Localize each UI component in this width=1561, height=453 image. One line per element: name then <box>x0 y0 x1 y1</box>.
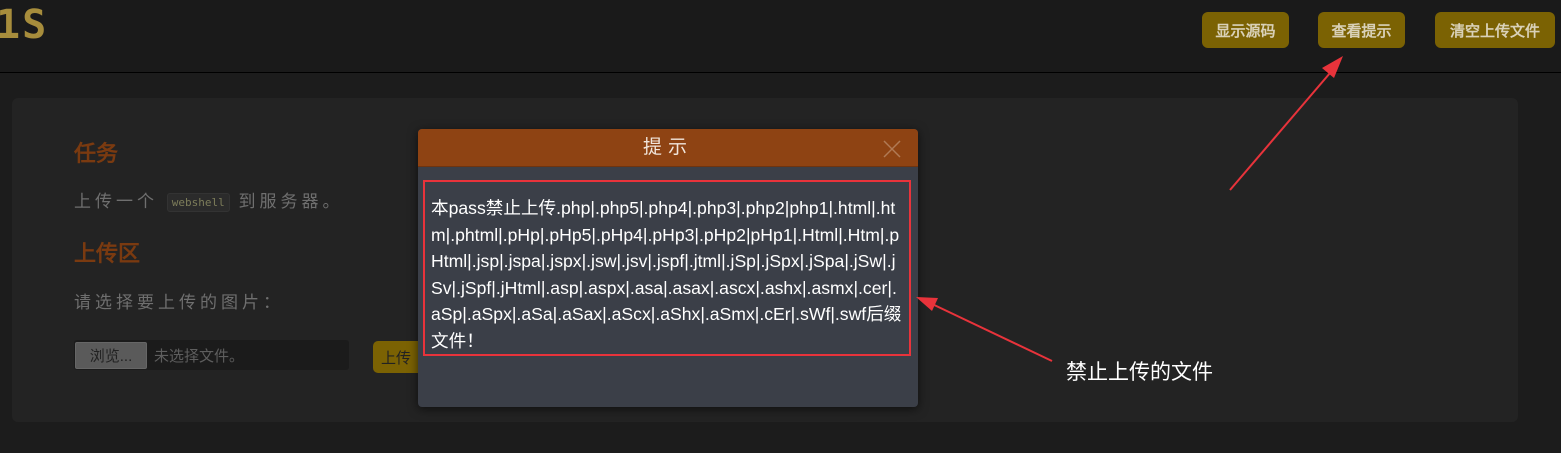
task-text-before: 上传一个 <box>74 192 158 211</box>
annotation-note: 禁止上传的文件 <box>1066 361 1213 384</box>
view-hint-button[interactable]: 查看提示 <box>1318 12 1405 48</box>
file-input[interactable]: 浏览... 未选择文件。 <box>74 340 349 370</box>
top-bar: 1S 显示源码 查看提示 清空上传文件 <box>0 0 1561 73</box>
browse-button[interactable]: 浏览... <box>75 342 147 369</box>
task-description: 上传一个 webshell 到服务器。 <box>74 187 344 213</box>
upload-prompt: 请选择要上传的图片： <box>74 293 284 312</box>
clear-uploads-button[interactable]: 清空上传文件 <box>1435 12 1555 48</box>
dialog-title: 提示 <box>642 137 693 158</box>
task-text-after: 到服务器。 <box>238 192 344 211</box>
webshell-code: webshell <box>166 193 230 213</box>
upload-area-heading: 上传区 <box>74 241 141 266</box>
dialog-message: 本pass禁止上传.php|.php5|.php4|.php3|.php2|ph… <box>423 180 911 356</box>
file-status: 未选择文件。 <box>154 348 245 365</box>
show-source-button[interactable]: 显示源码 <box>1202 12 1289 48</box>
hint-dialog: 提示 本pass禁止上传.php|.php5|.php4|.php3|.php2… <box>418 129 918 407</box>
task-heading: 任务 <box>74 141 119 166</box>
close-icon[interactable] <box>883 140 901 158</box>
site-logo: 1S <box>0 2 49 48</box>
